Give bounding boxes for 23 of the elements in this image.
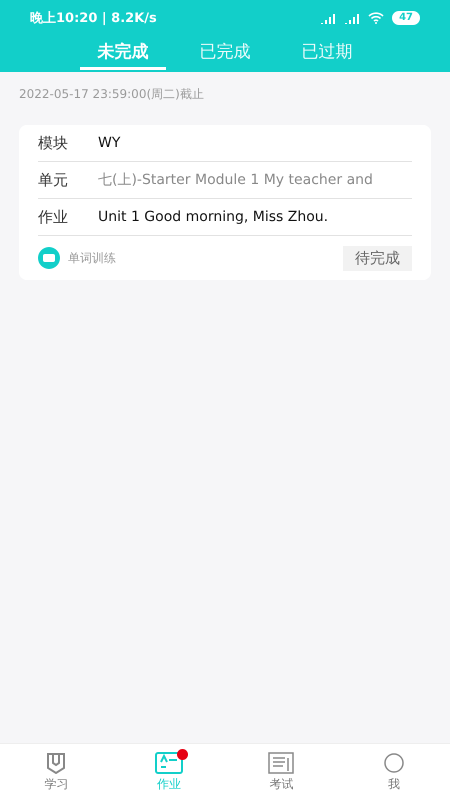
field-value: WY [98,135,120,151]
nav-tab[interactable]: 学习 [44,776,68,792]
deadline-text: 2022-05-17 23:59:00(周二)截止 [18,86,205,103]
field-label: 作业 [38,208,69,226]
book-icon [45,752,68,774]
field-value: Unit 1 Good morning, Miss Zhou. [98,209,328,225]
wifi-icon [368,12,384,24]
field-label: 模块 [38,134,69,152]
nav-tab[interactable]: 我 [388,776,400,792]
signal-icon [344,12,360,24]
field-value: 七(上)-Starter Module 1 My teacher and [98,171,373,189]
status-time: 晚上10:20 | 8.2K/s [30,10,157,27]
paper-icon [268,752,294,774]
battery-level: 47 [392,11,420,25]
homework-card[interactable]: 模块 WY 单元 七(上)-Starter Module 1 My teacher and 作业 Unit 1 Good morning, Miss Zhou. 单词训练 待完成 [19,125,431,280]
person-icon [382,752,405,774]
document-icon [154,752,183,774]
signal-icon [320,12,336,24]
chat-bubble-icon [38,247,60,269]
field-label: 单元 [38,170,69,190]
nav-tab[interactable]: 考试 [269,776,294,792]
status-button[interactable]: 待完成 [343,246,412,270]
homework-type: 单词训练 [68,250,117,266]
